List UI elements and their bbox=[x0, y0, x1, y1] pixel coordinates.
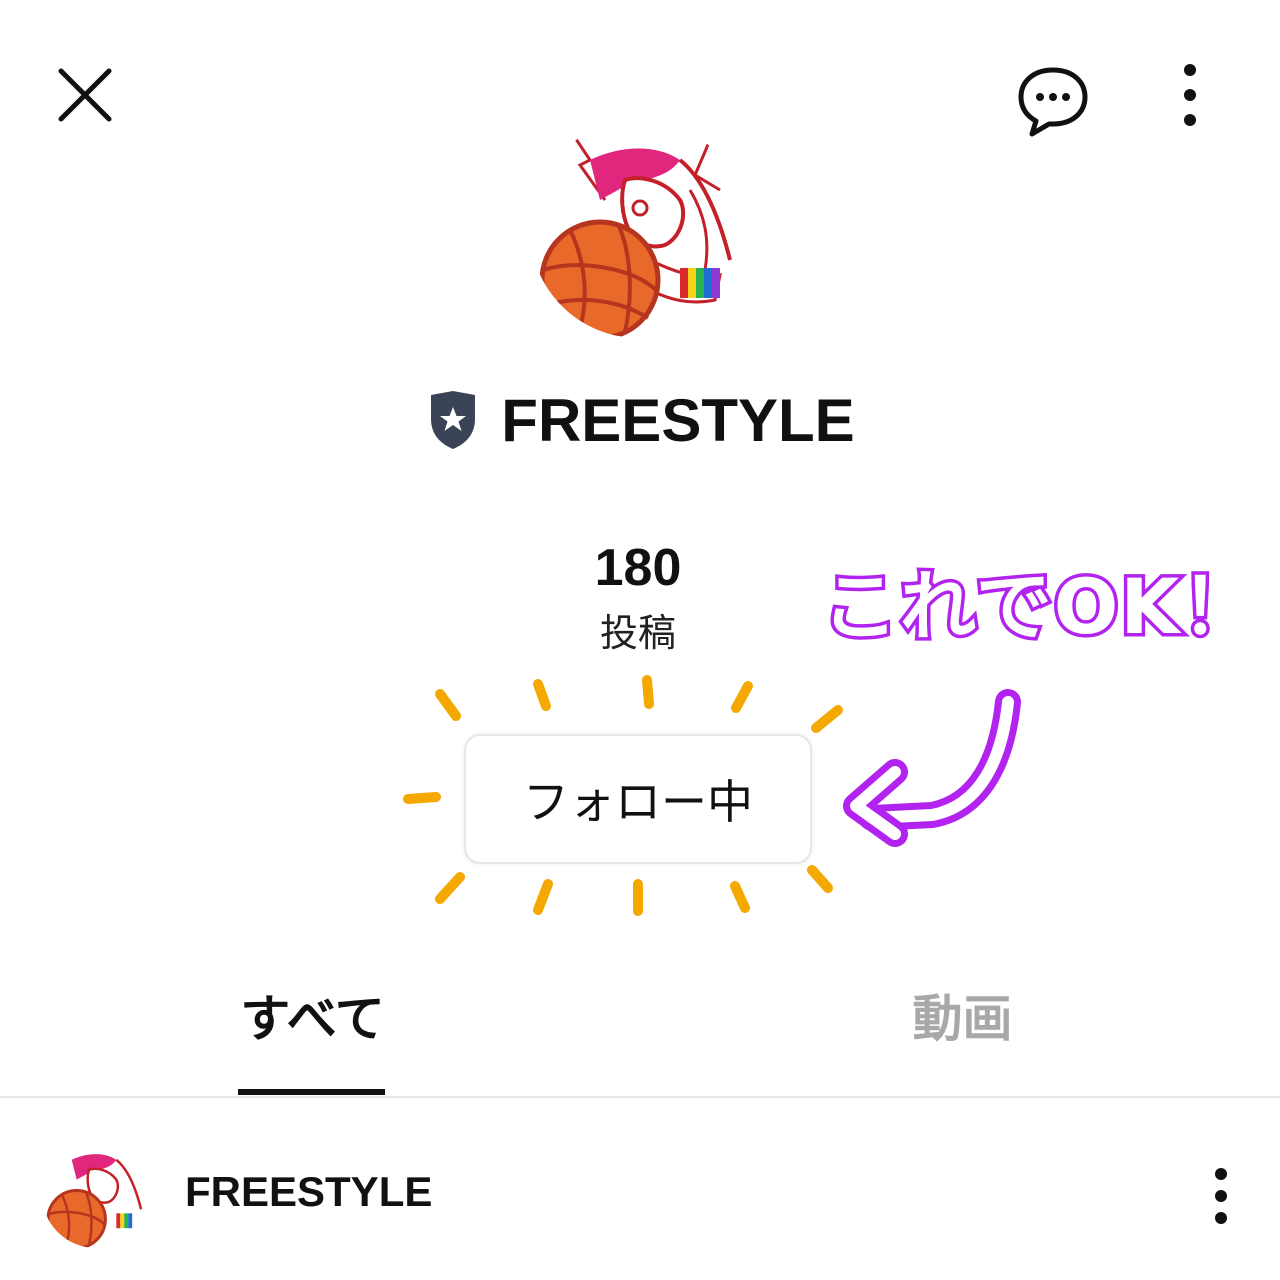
more-vertical-icon bbox=[1215, 1168, 1227, 1224]
basketball-character-avatar bbox=[530, 120, 748, 338]
post-more-options-button[interactable] bbox=[1195, 1160, 1247, 1232]
more-vertical-icon bbox=[1184, 64, 1196, 126]
tab-video[interactable]: 動画 bbox=[850, 975, 1075, 1055]
chat-bubble-icon bbox=[1018, 67, 1087, 136]
post-count-label[interactable]: 投稿 bbox=[540, 602, 736, 657]
arrow-icon bbox=[843, 689, 1021, 847]
post-count[interactable]: 180 bbox=[540, 538, 736, 598]
following-button[interactable]: フォロー中 bbox=[464, 734, 812, 864]
annotation-text: これでOK！ bbox=[819, 559, 1261, 655]
official-shield-badge-icon bbox=[431, 391, 476, 449]
profile-name: FREESTYLE bbox=[501, 386, 855, 454]
basketball-character-avatar bbox=[42, 1140, 150, 1248]
chat-button[interactable] bbox=[1005, 52, 1100, 147]
close-button[interactable] bbox=[40, 50, 130, 140]
profile-name-row: FREESTYLE bbox=[0, 385, 1280, 455]
tabs-divider bbox=[0, 1096, 1280, 1098]
post-author-avatar[interactable] bbox=[42, 1140, 150, 1248]
tab-all[interactable]: すべて bbox=[200, 975, 425, 1055]
more-options-button[interactable] bbox=[1160, 50, 1220, 140]
post-author-name[interactable]: FREESTYLE bbox=[185, 1168, 432, 1224]
profile-avatar[interactable] bbox=[530, 120, 748, 338]
active-tab-indicator bbox=[238, 1089, 385, 1095]
close-icon bbox=[58, 68, 112, 122]
